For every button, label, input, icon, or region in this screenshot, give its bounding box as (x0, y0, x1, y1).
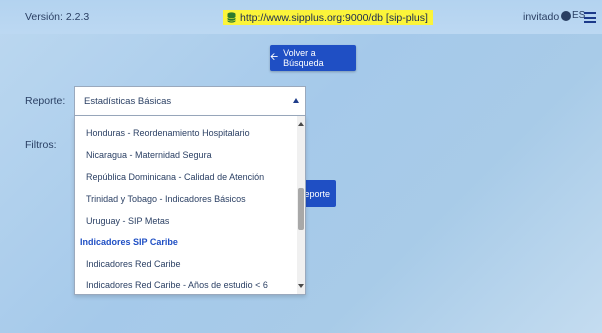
arrow-left-icon: 🡨 (270, 52, 279, 63)
report-select[interactable]: Estadísticas Básicas (74, 86, 306, 116)
back-to-search-button[interactable]: 🡨 Volver a Búsqueda (270, 45, 356, 71)
scrollbar-thumb[interactable] (298, 188, 304, 230)
dropdown-option[interactable]: Honduras - Reordenamiento Hospitalario (86, 128, 250, 138)
scroll-down-icon[interactable] (298, 284, 304, 288)
dropdown-option[interactable]: Uruguay - SIP Metas (86, 216, 169, 226)
caret-up-icon (293, 98, 299, 103)
dropdown-option[interactable]: Trinidad y Tobago - Indicadores Básicos (86, 194, 246, 204)
globe-icon (561, 10, 571, 21)
top-bar: Versión: 2.2.3 http://www.sipplus.org:90… (0, 0, 602, 34)
report-dropdown-list[interactable]: Honduras - Reordenamiento Hospitalario N… (74, 116, 306, 295)
dropdown-group-header: Indicadores SIP Caribe (80, 237, 178, 247)
database-url-text: http://www.sipplus.org:9000/db [sip-plus… (240, 11, 428, 24)
dropdown-option[interactable]: Indicadores Red Caribe - Años de estudio… (86, 280, 268, 290)
user-name[interactable]: invitado (523, 11, 559, 23)
scroll-up-icon[interactable] (298, 122, 304, 126)
dropdown-option[interactable]: Nicaragua - Maternidad Segura (86, 150, 212, 160)
version-label: Versión: 2.2.3 (25, 11, 90, 23)
report-select-value: Estadísticas Básicas (84, 96, 172, 107)
generate-report-label: eporte (304, 188, 330, 199)
database-url-badge: http://www.sipplus.org:9000/db [sip-plus… (223, 10, 433, 25)
filters-label: Filtros: (25, 139, 57, 151)
report-label: Reporte: (25, 95, 66, 107)
dropdown-option[interactable]: República Dominicana - Calidad de Atenci… (86, 172, 264, 182)
language-selector[interactable]: ES (561, 10, 585, 21)
back-to-search-label: Volver a Búsqueda (283, 48, 324, 68)
hamburger-menu-icon[interactable] (584, 12, 596, 23)
dropdown-scrollbar[interactable] (297, 116, 305, 294)
database-icon (227, 12, 236, 23)
dropdown-option[interactable]: Indicadores Red Caribe (86, 259, 181, 269)
